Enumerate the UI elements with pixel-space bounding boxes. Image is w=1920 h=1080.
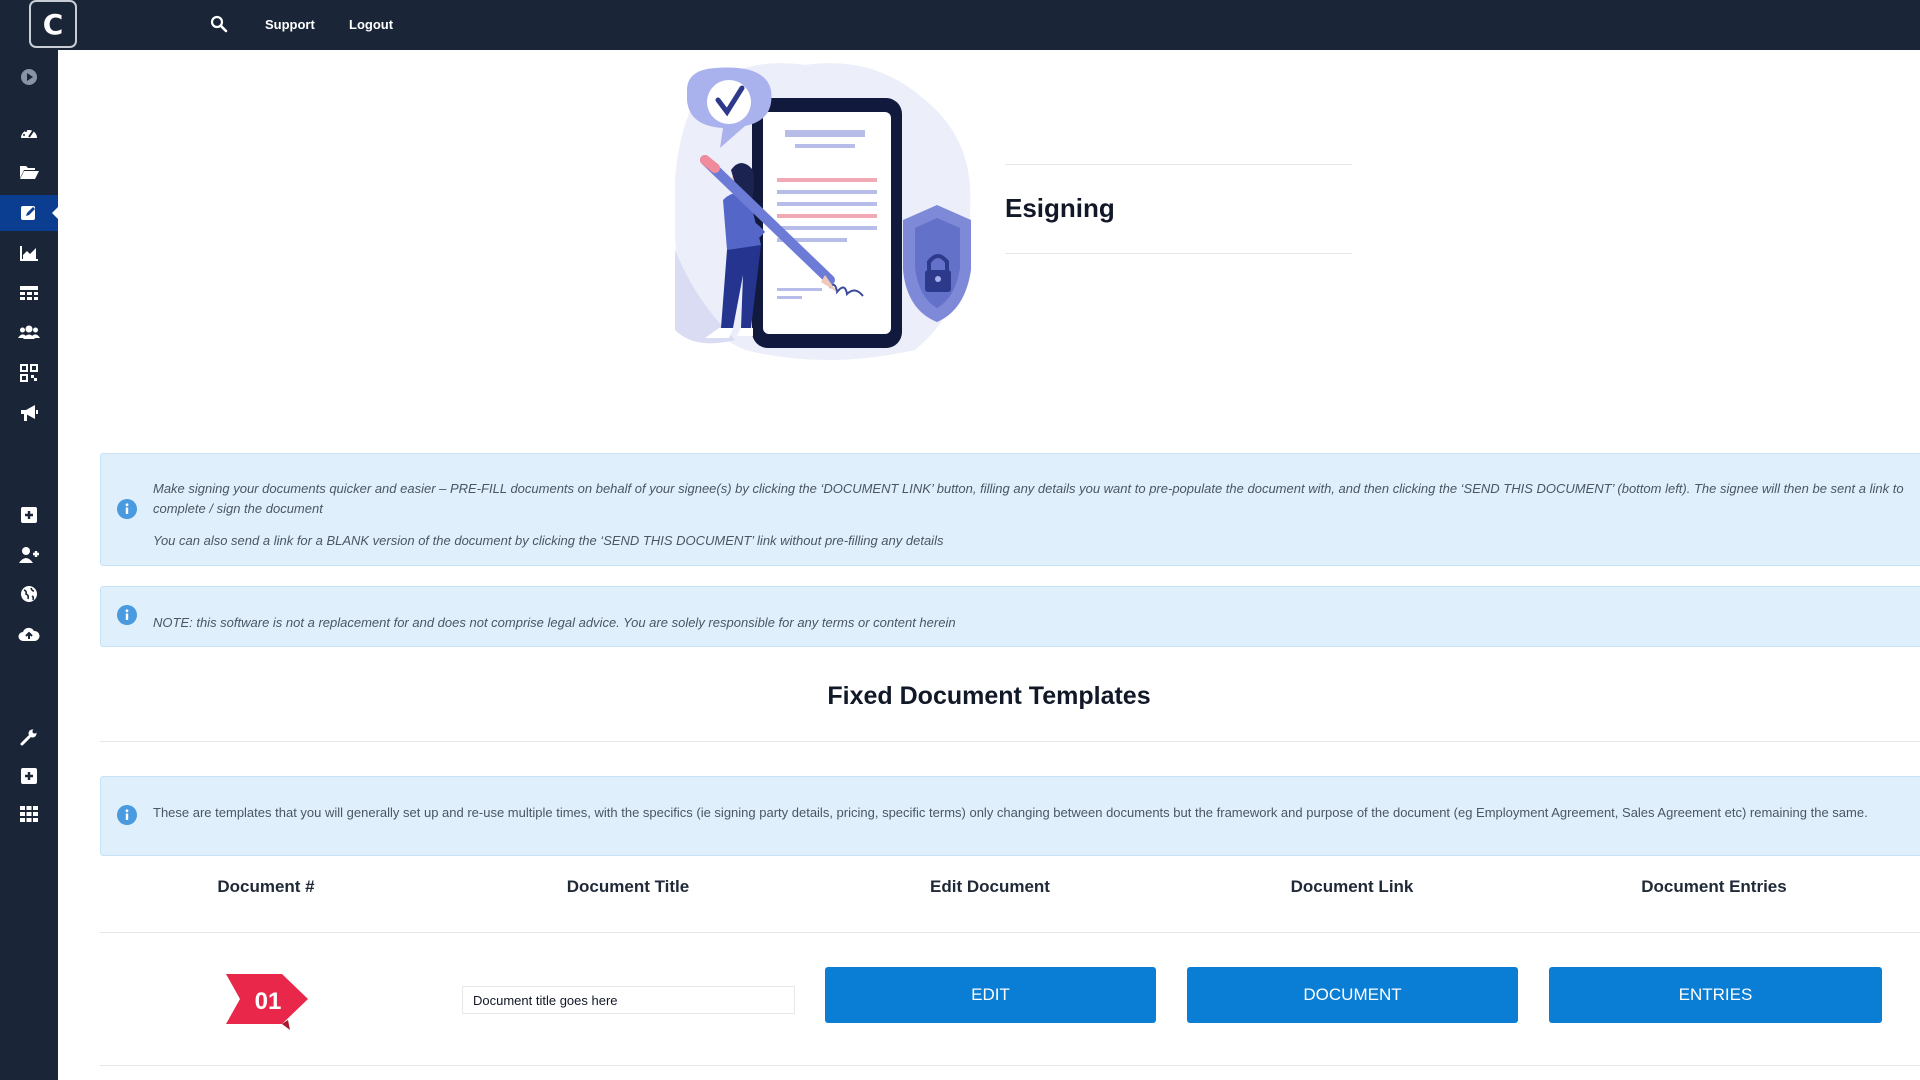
users-icon <box>18 325 40 339</box>
info-icon <box>117 605 137 625</box>
sidebar-item-tour[interactable] <box>0 59 58 95</box>
section-title: Fixed Document Templates <box>827 682 1151 710</box>
sidebar-item-marketing[interactable] <box>0 395 58 431</box>
sidebar-item-dashboard[interactable] <box>0 115 58 151</box>
grid-icon <box>20 806 38 822</box>
column-header-document-entries: Document Entries <box>1641 877 1787 896</box>
column-header-document-title: Document Title <box>566 877 690 896</box>
esigning-illustration <box>675 63 971 360</box>
table-icon <box>20 286 38 300</box>
plus-square-icon <box>21 507 37 523</box>
header-divider-bottom <box>1005 253 1352 254</box>
sidebar-item-files[interactable] <box>0 154 58 190</box>
chart-area-icon <box>20 246 38 261</box>
header-divider-top <box>1005 164 1352 165</box>
sidebar-item-tables[interactable] <box>0 275 58 311</box>
document-title-input[interactable] <box>462 986 795 1014</box>
cloud-upload-icon <box>18 627 40 641</box>
sidebar-item-reports[interactable] <box>0 235 58 271</box>
info-icon <box>117 499 137 519</box>
section-divider <box>100 741 1920 742</box>
logout-link[interactable]: Logout <box>349 17 393 32</box>
legal-note-text: NOTE: this software is not a replacement… <box>153 615 956 630</box>
sidebar-item-web[interactable] <box>0 576 58 612</box>
column-header-document-number: Document # <box>217 877 315 896</box>
qr-code-icon <box>20 364 38 382</box>
document-number: 01 <box>255 988 282 1015</box>
info-icon <box>117 805 137 825</box>
plus-square-icon <box>21 768 37 784</box>
document-link-button[interactable]: DOCUMENT <box>1187 967 1518 1023</box>
sidebar <box>0 50 58 1080</box>
prefill-info-box: Make signing your documents quicker and … <box>100 453 1920 566</box>
globe-icon <box>21 586 37 602</box>
sidebar-item-add-module[interactable] <box>0 758 58 794</box>
templates-info-box: These are templates that you will genera… <box>100 776 1920 856</box>
sidebar-item-add-user[interactable] <box>0 537 58 573</box>
sidebar-item-qr-codes[interactable] <box>0 355 58 391</box>
app-logo[interactable]: C <box>29 0 77 48</box>
dashboard-icon <box>21 128 37 138</box>
sidebar-item-esigning[interactable] <box>0 195 58 231</box>
sidebar-item-contacts[interactable] <box>0 314 58 350</box>
megaphone-icon <box>21 405 38 421</box>
table-header-divider <box>100 932 1920 933</box>
wrench-icon <box>20 729 37 746</box>
column-header-edit-document: Edit Document <box>930 877 1050 896</box>
document-number-badge: 01 <box>226 974 308 1030</box>
sidebar-item-settings[interactable] <box>0 719 58 755</box>
templates-info-text: These are templates that you will genera… <box>153 805 1868 820</box>
page-title: Esigning <box>1005 193 1115 223</box>
user-plus-icon <box>19 547 39 563</box>
support-link[interactable]: Support <box>265 17 315 32</box>
top-navbar: C Support Logout <box>0 0 1920 50</box>
edit-document-icon <box>21 206 35 220</box>
folder-open-icon <box>20 166 39 179</box>
legal-note-box: NOTE: this software is not a replacement… <box>100 586 1920 647</box>
column-header-document-link: Document Link <box>1290 877 1414 896</box>
prefill-instructions: Make signing your documents quicker and … <box>153 481 1904 516</box>
sidebar-item-apps[interactable] <box>0 796 58 832</box>
entries-button[interactable]: ENTRIES <box>1549 967 1882 1023</box>
sidebar-item-add-widget[interactable] <box>0 497 58 533</box>
play-circle-icon <box>21 69 37 85</box>
blank-link-instructions: You can also send a link for a BLANK ver… <box>153 533 944 548</box>
table-row-divider <box>100 1065 1920 1066</box>
edit-button[interactable]: EDIT <box>825 967 1156 1023</box>
main-content: Esigning Make signing your documents qui… <box>58 50 1920 1080</box>
sidebar-item-upload[interactable] <box>0 616 58 652</box>
search-icon[interactable] <box>210 15 228 38</box>
